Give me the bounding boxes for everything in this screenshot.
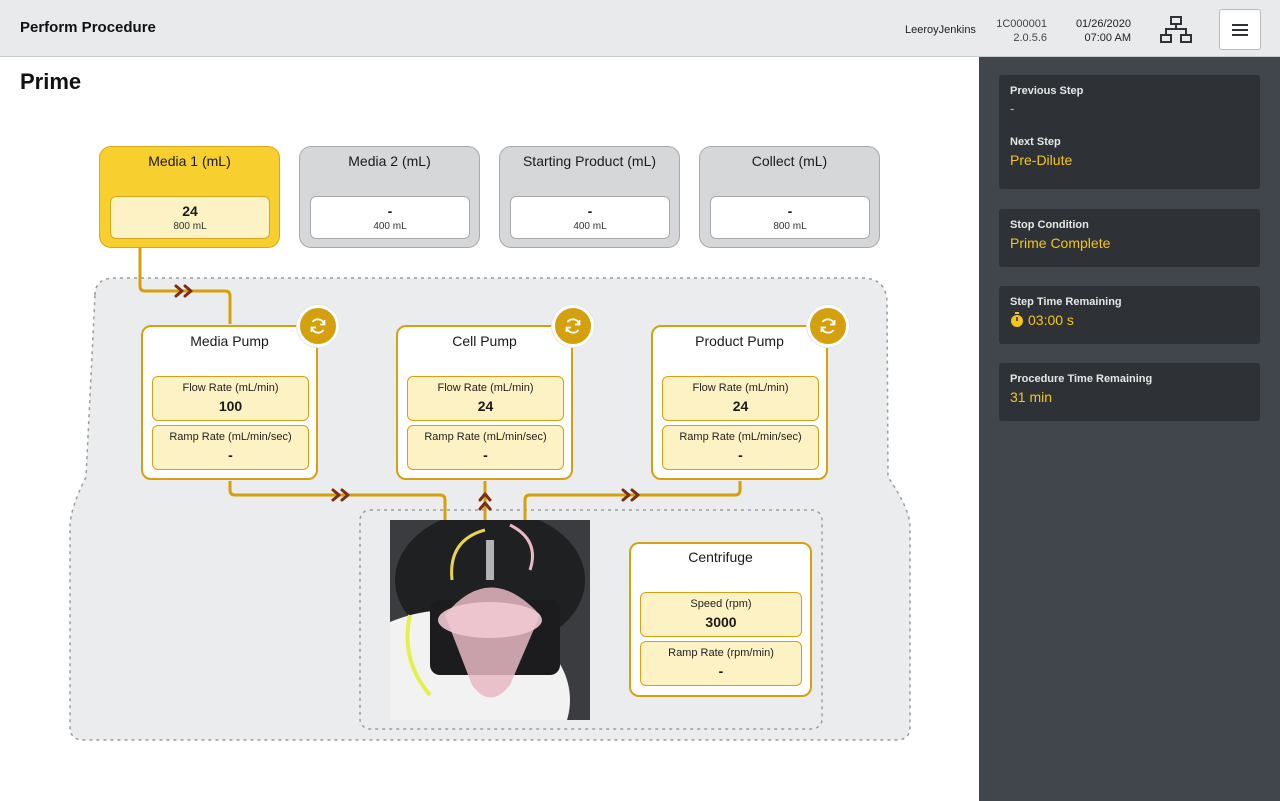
tank-capacity: 400 mL bbox=[573, 221, 607, 232]
step-time-row: 03:00 s bbox=[1010, 312, 1249, 328]
procedure-time-value: 31 min bbox=[1010, 389, 1053, 405]
speed-label: Speed (rpm) bbox=[690, 598, 752, 610]
stop-condition-card: Stop Condition Prime Complete bbox=[999, 209, 1260, 267]
current-time: 07:00 AM bbox=[1084, 32, 1131, 44]
ramp-rate-value: - bbox=[228, 447, 233, 463]
stop-condition-value: Prime Complete bbox=[1010, 235, 1111, 251]
hamburger-menu-icon bbox=[1232, 23, 1248, 36]
centrifuge-panel[interactable]: Centrifuge Speed (rpm) 3000 Ramp Rate (r… bbox=[629, 542, 812, 697]
tank-media-1[interactable]: Media 1 (mL) 24 800 mL bbox=[99, 146, 280, 248]
media-pump-panel[interactable]: Media Pump Flow Rate (mL/min) 100 Ramp R… bbox=[141, 325, 318, 480]
centrifuge-ramp-label: Ramp Rate (rpm/min) bbox=[668, 647, 774, 659]
tank-name: Collect (mL) bbox=[751, 153, 828, 169]
tank-volume: - bbox=[787, 203, 793, 219]
device-id: 1C000001 bbox=[996, 18, 1047, 30]
main-content: Prime Media 1 (mL) 24 800 mL Media 2 (mL… bbox=[0, 57, 979, 801]
speed-field[interactable]: Speed (rpm) 3000 bbox=[640, 592, 802, 637]
procedure-time-card: Procedure Time Remaining 31 min bbox=[999, 363, 1260, 421]
refresh-icon bbox=[310, 318, 326, 334]
product-pump-refresh-icon[interactable] bbox=[807, 305, 849, 347]
flow-rate-field[interactable]: Flow Rate (mL/min) 24 bbox=[407, 376, 564, 421]
tank-volume-box: 24 800 mL bbox=[110, 196, 270, 239]
ramp-rate-value: - bbox=[738, 447, 743, 463]
centrifuge-name: Centrifuge bbox=[688, 549, 753, 565]
ramp-rate-field[interactable]: Ramp Rate (mL/min/sec) - bbox=[407, 425, 564, 470]
flow-rate-value: 24 bbox=[477, 398, 494, 414]
product-pump-panel[interactable]: Product Pump Flow Rate (mL/min) 24 Ramp … bbox=[651, 325, 828, 480]
pump-name: Cell Pump bbox=[452, 333, 517, 349]
tank-starting-product[interactable]: Starting Product (mL) - 400 mL bbox=[499, 146, 680, 248]
stopwatch-icon bbox=[1011, 312, 1023, 327]
app-title: Perform Procedure bbox=[20, 19, 156, 36]
tank-capacity: 400 mL bbox=[373, 221, 407, 232]
next-step-value: Pre-Dilute bbox=[1010, 152, 1073, 168]
tank-volume-box: - 400 mL bbox=[510, 196, 670, 239]
pump-name: Product Pump bbox=[695, 333, 784, 349]
refresh-icon bbox=[565, 318, 581, 334]
flow-rate-label: Flow Rate (mL/min) bbox=[182, 382, 279, 394]
flow-rate-field[interactable]: Flow Rate (mL/min) 24 bbox=[662, 376, 819, 421]
tank-volume: - bbox=[587, 203, 593, 219]
menu-button[interactable] bbox=[1219, 9, 1261, 50]
previous-step-value: - bbox=[1010, 101, 1015, 116]
tank-name: Starting Product (mL) bbox=[522, 153, 657, 169]
step-navigation-card: Previous Step - Next Step Pre-Dilute bbox=[999, 75, 1260, 189]
tank-name: Media 1 (mL) bbox=[148, 153, 231, 169]
status-sidebar: Previous Step - Next Step Pre-Dilute Sto… bbox=[979, 57, 1280, 801]
tank-capacity: 800 mL bbox=[173, 221, 207, 232]
software-version: 2.0.5.6 bbox=[1013, 32, 1047, 44]
network-icon[interactable] bbox=[1160, 16, 1192, 44]
stop-condition-label: Stop Condition bbox=[1010, 219, 1089, 231]
cell-pump-panel[interactable]: Cell Pump Flow Rate (mL/min) 24 Ramp Rat… bbox=[396, 325, 573, 480]
centrifuge-photo bbox=[390, 520, 590, 720]
tank-volume: 24 bbox=[182, 203, 198, 219]
next-step-label: Next Step bbox=[1010, 136, 1061, 148]
ramp-rate-label: Ramp Rate (mL/min/sec) bbox=[169, 431, 292, 443]
flow-rate-field[interactable]: Flow Rate (mL/min) 100 bbox=[152, 376, 309, 421]
ramp-rate-value: - bbox=[483, 447, 488, 463]
step-time-label: Step Time Remaining bbox=[1010, 296, 1122, 308]
datetime: 01/26/2020 07:00 AM bbox=[1060, 17, 1131, 45]
user-name: LeeroyJenkins bbox=[905, 24, 976, 36]
flow-rate-label: Flow Rate (mL/min) bbox=[692, 382, 789, 394]
ramp-rate-label: Ramp Rate (mL/min/sec) bbox=[679, 431, 802, 443]
pump-name: Media Pump bbox=[190, 333, 269, 349]
flow-rate-value: 24 bbox=[732, 398, 749, 414]
tank-name: Media 2 (mL) bbox=[348, 153, 431, 169]
tank-capacity: 800 mL bbox=[773, 221, 807, 232]
refresh-icon bbox=[820, 318, 836, 334]
current-date: 01/26/2020 bbox=[1075, 18, 1131, 30]
tank-media-2[interactable]: Media 2 (mL) - 400 mL bbox=[299, 146, 480, 248]
ramp-rate-label: Ramp Rate (mL/min/sec) bbox=[424, 431, 547, 443]
tank-collect[interactable]: Collect (mL) - 800 mL bbox=[699, 146, 880, 248]
app-header: Perform Procedure LeeroyJenkins 1C000001… bbox=[0, 0, 1280, 57]
procedure-time-label: Procedure Time Remaining bbox=[1010, 373, 1153, 385]
flow-rate-value: 100 bbox=[218, 398, 243, 414]
tank-volume-box: - 800 mL bbox=[710, 196, 870, 239]
previous-step-label: Previous Step bbox=[1010, 85, 1084, 97]
step-time-card: Step Time Remaining 03:00 s bbox=[999, 286, 1260, 344]
centrifuge-ramp-field[interactable]: Ramp Rate (rpm/min) - bbox=[640, 641, 802, 686]
speed-value: 3000 bbox=[705, 614, 737, 630]
ramp-rate-field[interactable]: Ramp Rate (mL/min/sec) - bbox=[662, 425, 819, 470]
centrifuge-ramp-value: - bbox=[718, 663, 724, 679]
device-info: 1C000001 2.0.5.6 bbox=[985, 17, 1047, 45]
step-time-value: 03:00 s bbox=[1028, 312, 1074, 328]
tank-volume-box: - 400 mL bbox=[310, 196, 470, 239]
ramp-rate-field[interactable]: Ramp Rate (mL/min/sec) - bbox=[152, 425, 309, 470]
flow-rate-label: Flow Rate (mL/min) bbox=[437, 382, 534, 394]
tank-volume: - bbox=[387, 203, 393, 219]
media-pump-refresh-icon[interactable] bbox=[297, 305, 339, 347]
cell-pump-refresh-icon[interactable] bbox=[552, 305, 594, 347]
